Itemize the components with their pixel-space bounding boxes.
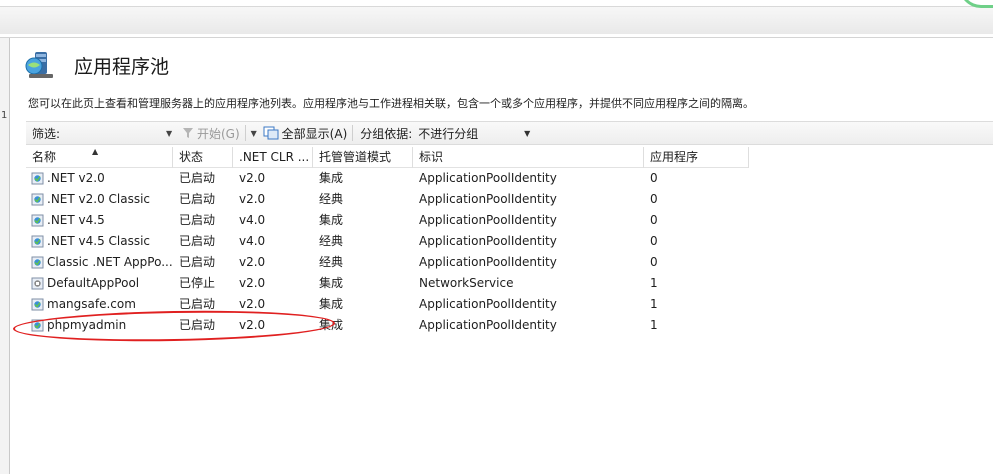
app-pools-content: 应用程序池 您可以在此页上查看和管理服务器上的应用程序池列表。应用程序池与工作进… bbox=[10, 38, 993, 474]
chevron-down-icon: ▼ bbox=[524, 128, 531, 138]
grid-header: 名称 ▲ 状态 .NET CLR ... 托管管道模式 标识 应用程序 bbox=[26, 147, 749, 168]
pool-clr: v2.0 bbox=[239, 276, 266, 290]
pool-clr: v2.0 bbox=[239, 297, 266, 311]
table-row[interactable]: .NET v2.0 已启动 v2.0 集成 ApplicationPoolIde… bbox=[26, 168, 749, 189]
stopped-app-pool-icon bbox=[31, 277, 44, 290]
pool-pipeline: 集成 bbox=[319, 171, 344, 185]
show-all-button[interactable]: 全部显示(A) bbox=[263, 125, 348, 142]
header-band bbox=[0, 6, 993, 34]
pool-name: .NET v2.0 bbox=[47, 171, 105, 185]
app-pool-icon bbox=[31, 298, 44, 311]
group-by-label: 分组依据: bbox=[360, 126, 413, 141]
pool-app-count: 0 bbox=[650, 255, 658, 269]
column-header-status[interactable]: 状态 bbox=[173, 147, 233, 168]
pool-status: 已启动 bbox=[179, 255, 216, 269]
column-header-pipeline[interactable]: 托管管道模式 bbox=[313, 147, 413, 168]
pool-status: 已启动 bbox=[179, 171, 216, 185]
pool-status: 已停止 bbox=[179, 276, 216, 290]
table-row[interactable]: .NET v4.5 Classic 已启动 v4.0 经典 Applicatio… bbox=[26, 231, 749, 252]
pool-identity: ApplicationPoolIdentity bbox=[419, 297, 557, 311]
pool-status: 已启动 bbox=[179, 318, 216, 332]
table-row[interactable]: .NET v4.5 已启动 v4.0 集成 ApplicationPoolIde… bbox=[26, 210, 749, 231]
pool-name: .NET v4.5 bbox=[47, 213, 105, 227]
group-by-select[interactable]: 不进行分组 ▼ bbox=[418, 125, 530, 142]
pool-identity: ApplicationPoolIdentity bbox=[419, 192, 557, 206]
app-pool-icon bbox=[31, 319, 44, 332]
filter-label: 筛选: bbox=[32, 126, 61, 141]
connections-pane-edge[interactable]: 1 bbox=[0, 38, 10, 474]
pool-identity: ApplicationPoolIdentity bbox=[419, 255, 557, 269]
pool-clr: v2.0 bbox=[239, 192, 266, 206]
start-filter-button[interactable]: 开始(G) bbox=[182, 125, 240, 142]
app-pool-icon bbox=[31, 235, 44, 248]
show-all-icon bbox=[263, 126, 279, 140]
toolbar-separator bbox=[352, 125, 354, 141]
pool-pipeline: 经典 bbox=[319, 234, 344, 248]
pool-clr: v2.0 bbox=[239, 255, 266, 269]
pool-status: 已启动 bbox=[179, 297, 216, 311]
grid-rows: .NET v2.0 已启动 v2.0 集成 ApplicationPoolIde… bbox=[26, 168, 749, 336]
pool-pipeline: 集成 bbox=[319, 297, 344, 311]
pool-identity: NetworkService bbox=[419, 276, 514, 290]
pool-name: phpmyadmin bbox=[47, 318, 127, 332]
column-header-clr[interactable]: .NET CLR ... bbox=[233, 147, 313, 168]
pool-clr: v2.0 bbox=[239, 171, 266, 185]
pool-clr: v2.0 bbox=[239, 318, 266, 332]
app-pool-icon bbox=[31, 193, 44, 206]
pool-name: .NET v4.5 Classic bbox=[47, 234, 151, 248]
filter-toolbar: 筛选: ▼ 开始(G) ▼ 全部显示(A) 分组依据: 不进行分组 ▼ bbox=[26, 121, 993, 145]
pool-identity: ApplicationPoolIdentity bbox=[419, 171, 557, 185]
pool-app-count: 1 bbox=[650, 276, 658, 290]
sort-ascending-icon: ▲ bbox=[92, 147, 99, 156]
filter-dropdown-arrow[interactable]: ▼ bbox=[166, 129, 178, 138]
pool-identity: ApplicationPoolIdentity bbox=[419, 213, 557, 227]
start-filter-label: 开始(G) bbox=[197, 126, 240, 141]
window-top-bar bbox=[0, 0, 993, 38]
toolbar-separator bbox=[244, 125, 246, 141]
app-pool-icon bbox=[31, 172, 44, 185]
column-header-name[interactable]: 名称 ▲ bbox=[26, 147, 173, 168]
pool-name: .NET v2.0 Classic bbox=[47, 192, 151, 206]
pool-pipeline: 集成 bbox=[319, 318, 344, 332]
pool-clr: v4.0 bbox=[239, 213, 266, 227]
column-header-applications[interactable]: 应用程序 bbox=[644, 147, 749, 168]
pool-app-count: 0 bbox=[650, 234, 658, 248]
pool-identity: ApplicationPoolIdentity bbox=[419, 234, 557, 248]
pool-clr: v4.0 bbox=[239, 234, 266, 248]
pool-status: 已启动 bbox=[179, 192, 216, 206]
pool-identity: ApplicationPoolIdentity bbox=[419, 318, 557, 332]
pool-pipeline: 集成 bbox=[319, 213, 344, 227]
pool-pipeline: 经典 bbox=[319, 192, 344, 206]
pool-status: 已启动 bbox=[179, 234, 216, 248]
app-pool-icon bbox=[31, 214, 44, 227]
table-row-stopped[interactable]: DefaultAppPool 已停止 v2.0 集成 NetworkServic… bbox=[26, 273, 749, 294]
page-title: 应用程序池 bbox=[74, 56, 170, 78]
pool-pipeline: 集成 bbox=[319, 276, 344, 290]
app-pools-icon bbox=[25, 52, 53, 78]
pool-status: 已启动 bbox=[179, 213, 216, 227]
pool-name: Classic .NET AppPo... bbox=[47, 255, 173, 269]
left-pane-fragment: 1 bbox=[1, 110, 8, 121]
table-row[interactable]: phpmyadmin 已启动 v2.0 集成 ApplicationPoolId… bbox=[26, 315, 749, 336]
show-all-label: 全部显示(A) bbox=[281, 126, 348, 141]
app-pools-grid: 名称 ▲ 状态 .NET CLR ... 托管管道模式 标识 应用程序 .NET… bbox=[12, 147, 993, 474]
column-header-identity[interactable]: 标识 bbox=[413, 147, 644, 168]
pool-app-count: 0 bbox=[650, 171, 658, 185]
table-row[interactable]: Classic .NET AppPo... 已启动 v2.0 经典 Applic… bbox=[26, 252, 749, 273]
pool-pipeline: 经典 bbox=[319, 255, 344, 269]
table-row[interactable]: .NET v2.0 Classic 已启动 v2.0 经典 Applicatio… bbox=[26, 189, 749, 210]
app-pool-icon bbox=[31, 256, 44, 269]
start-dropdown-arrow[interactable]: ▼ bbox=[251, 129, 263, 138]
pool-app-count: 0 bbox=[650, 213, 658, 227]
pool-name: mangsafe.com bbox=[47, 297, 136, 311]
pool-app-count: 1 bbox=[650, 318, 658, 332]
pool-app-count: 0 bbox=[650, 192, 658, 206]
group-by-value: 不进行分组 bbox=[418, 126, 479, 141]
table-row[interactable]: mangsafe.com 已启动 v2.0 集成 ApplicationPool… bbox=[26, 294, 749, 315]
funnel-icon bbox=[183, 128, 193, 138]
pool-app-count: 1 bbox=[650, 297, 658, 311]
page-description: 您可以在此页上查看和管理服务器上的应用程序池列表。应用程序池与工作进程相关联，包… bbox=[28, 97, 754, 110]
pool-name: DefaultAppPool bbox=[47, 276, 140, 290]
